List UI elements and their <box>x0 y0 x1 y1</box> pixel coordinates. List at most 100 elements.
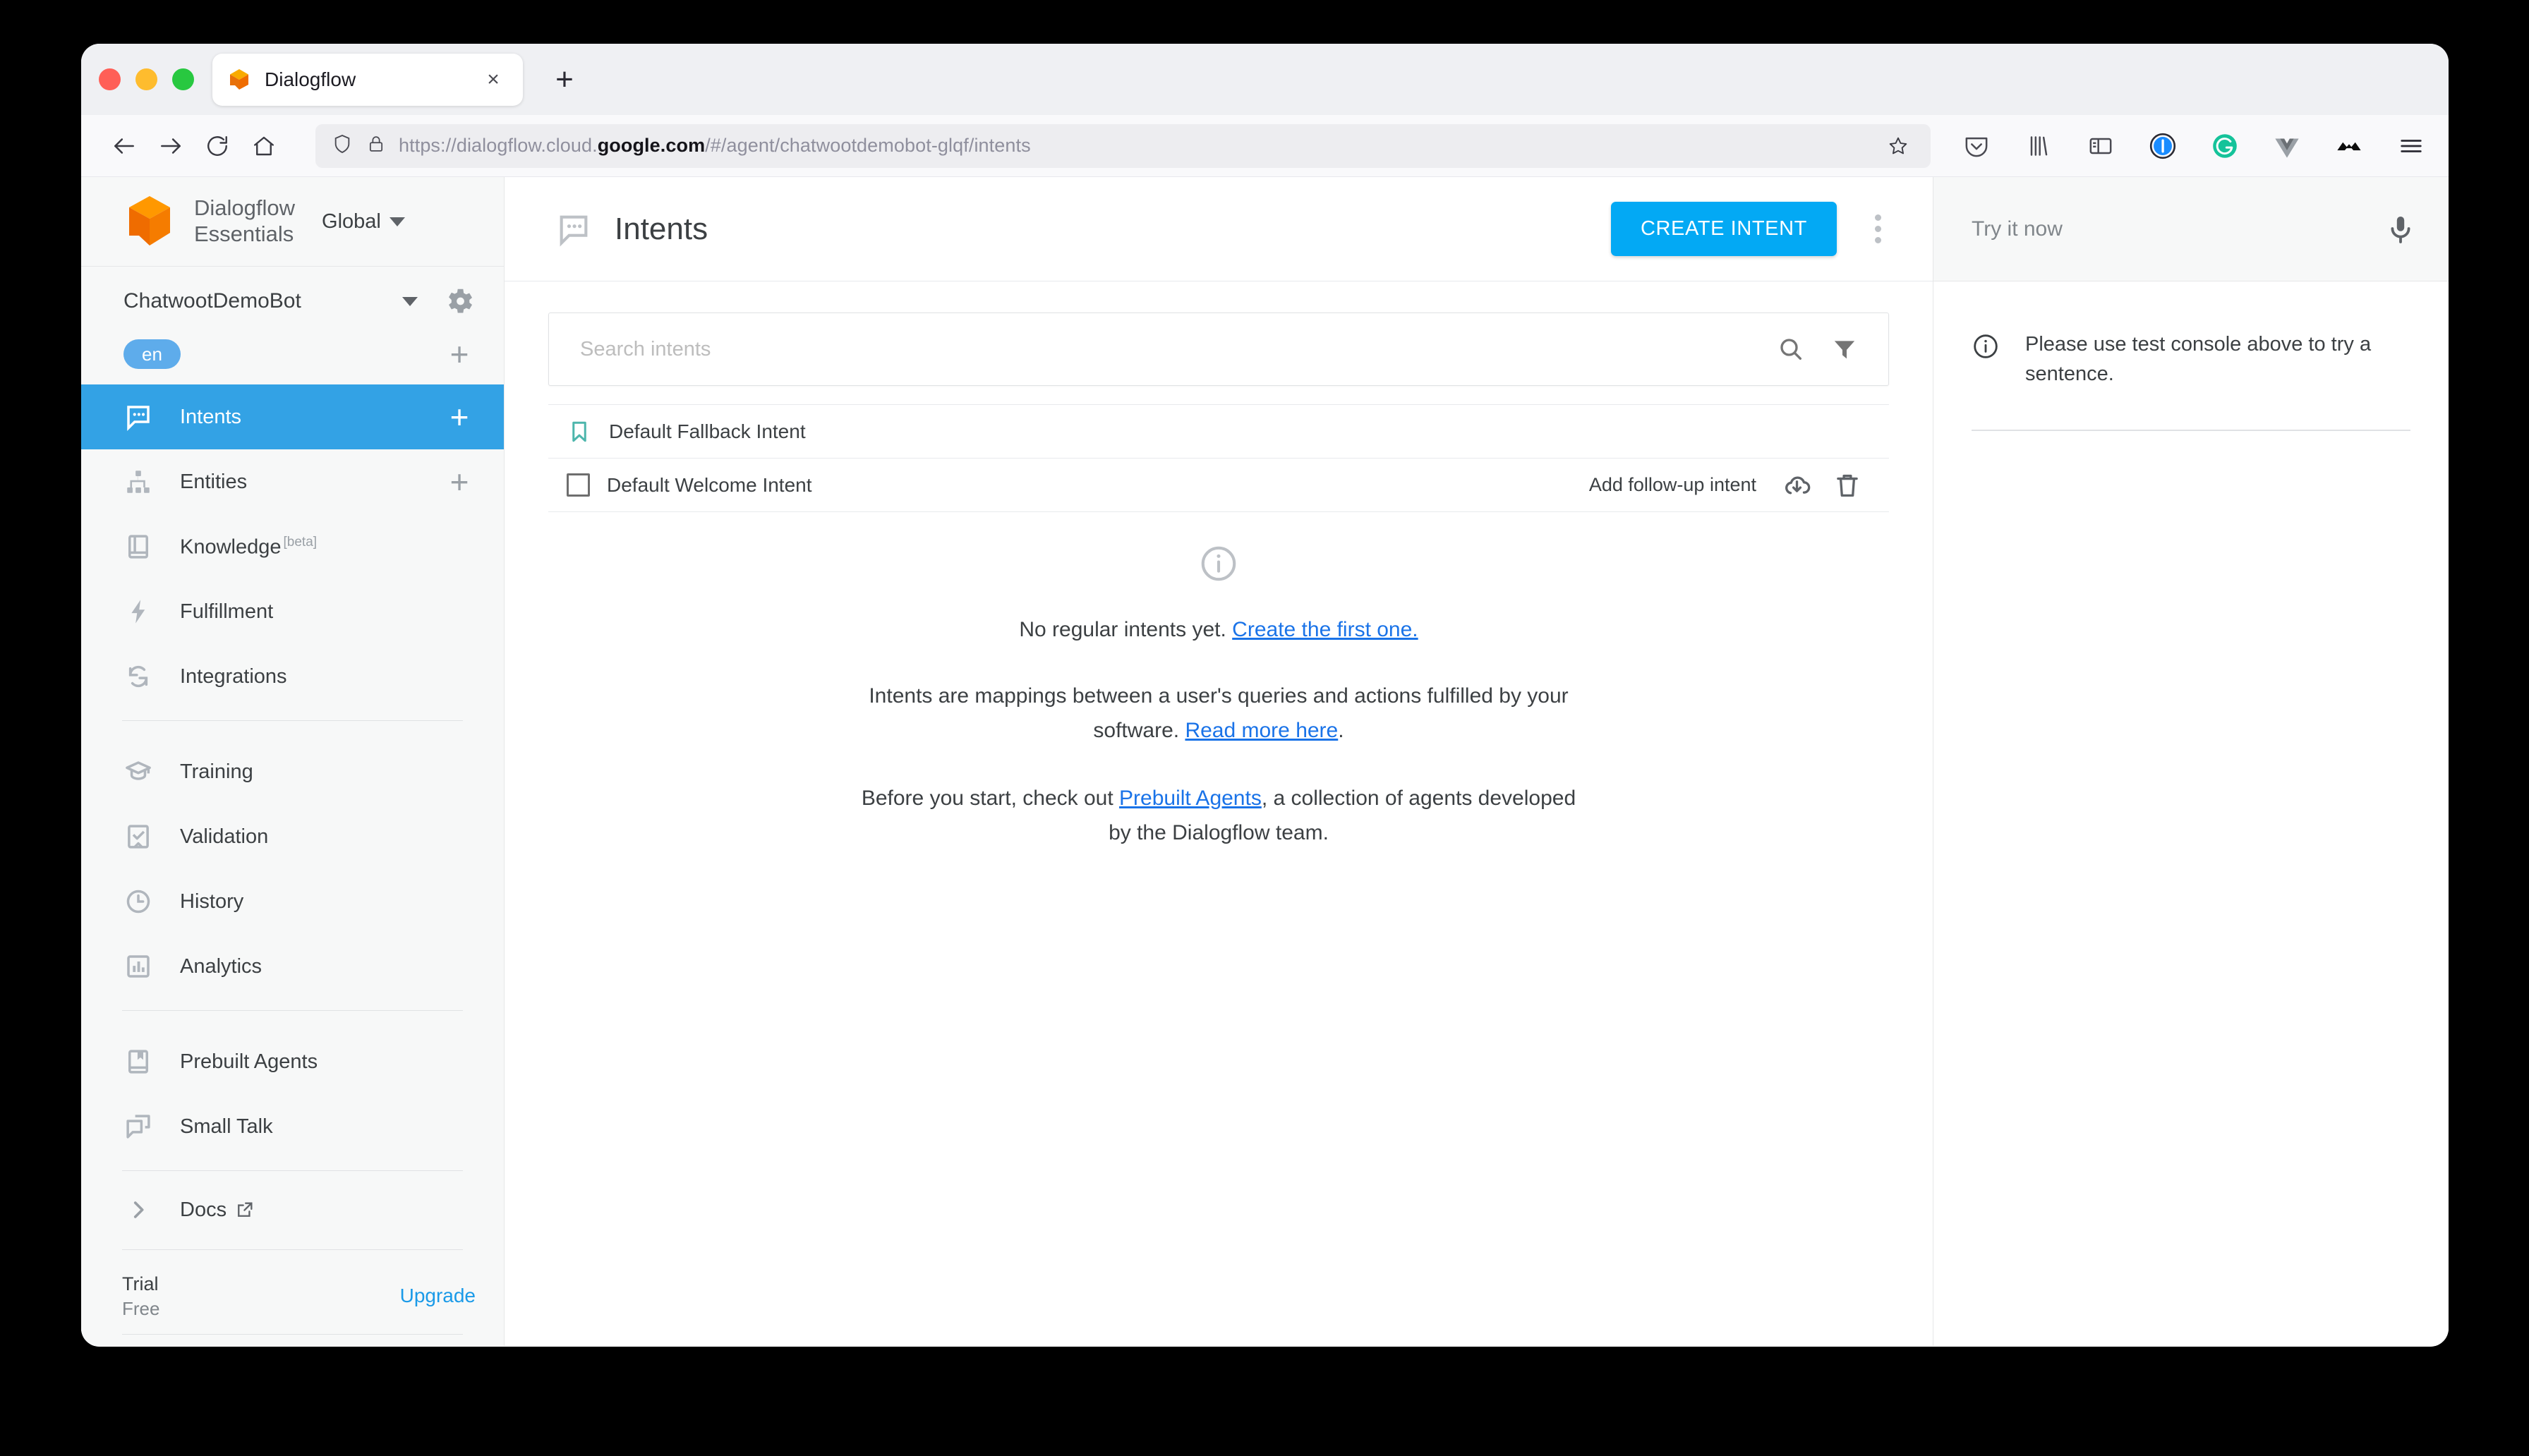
add-entity-icon[interactable]: + <box>443 466 476 498</box>
forward-arrow-icon[interactable] <box>147 123 194 169</box>
shield-icon[interactable] <box>331 133 354 159</box>
brand-header: Dialogflow Essentials Global <box>81 177 504 267</box>
maximize-window-button[interactable] <box>172 68 194 90</box>
vue-devtools-icon[interactable] <box>2269 128 2305 164</box>
sidebar-item-label: Validation <box>180 825 269 848</box>
create-intent-button[interactable]: CREATE INTENT <box>1610 202 1837 256</box>
sidebar-item-label: Knowledge [beta] <box>180 534 318 559</box>
add-intent-icon[interactable]: + <box>443 401 476 433</box>
graduation-cap-icon <box>122 756 155 788</box>
add-follow-up-intent-link[interactable]: Add follow-up intent <box>1589 474 1756 496</box>
sidebar-item-label: Training <box>180 760 253 783</box>
sidebar-item-small-talk[interactable]: Small Talk <box>81 1094 504 1159</box>
sidebar-item-fulfillment[interactable]: Fulfillment <box>81 579 504 644</box>
agent-selector[interactable]: ChatwootDemoBot <box>81 272 504 330</box>
close-tab-icon[interactable]: × <box>479 66 507 94</box>
tab-title: Dialogflow <box>265 68 356 90</box>
language-row: en + <box>81 330 504 377</box>
grammarly-icon[interactable] <box>2207 128 2243 164</box>
page-title: Intents <box>615 211 708 246</box>
table-row[interactable]: Default Welcome Intent Add follow-up int… <box>548 459 1889 512</box>
lock-icon <box>366 134 386 157</box>
sidebar-item-training[interactable]: Training <box>81 739 504 804</box>
nav-secondary: Training Validation History Analytics <box>81 739 504 999</box>
intent-list: Default Fallback Intent Default Welcome … <box>548 404 1889 512</box>
sidebar-item-prebuilt-agents[interactable]: Prebuilt Agents <box>81 1029 504 1094</box>
speech-bubbles-icon <box>122 1110 155 1143</box>
search-bar[interactable] <box>548 313 1889 386</box>
bookmark-star-icon[interactable] <box>1881 129 1915 163</box>
sidebar-item-intents[interactable]: Intents + <box>81 384 504 450</box>
hamburger-menu-icon[interactable] <box>2394 128 2429 164</box>
intent-name: Default Welcome Intent <box>607 473 812 496</box>
prebuilt-agents-link[interactable]: Prebuilt Agents <box>1119 787 1262 810</box>
sidebar-icon[interactable] <box>2083 128 2118 164</box>
sidebar: Dialogflow Essentials Global ChatwootDem… <box>81 177 505 1346</box>
minimize-window-button[interactable] <box>135 68 157 90</box>
try-it-now-bar[interactable] <box>1933 177 2449 281</box>
extension-toolbar <box>1959 128 2429 164</box>
sidebar-divider <box>122 1170 463 1171</box>
upgrade-link[interactable]: Upgrade <box>400 1285 476 1307</box>
sidebar-item-knowledge[interactable]: Knowledge [beta] <box>81 514 504 579</box>
kebab-menu-icon[interactable] <box>1858 210 1897 249</box>
search-input[interactable] <box>580 337 1773 361</box>
add-language-icon[interactable]: + <box>443 338 476 370</box>
url-suffix: /#/agent/chatwootdemobot-glqf/intents <box>705 135 1031 156</box>
pocket-icon[interactable] <box>1959 128 1994 164</box>
plan-row: Trial Free Upgrade <box>81 1261 504 1332</box>
chevron-down-icon[interactable] <box>402 296 418 306</box>
home-icon[interactable] <box>241 123 287 169</box>
url-text[interactable]: https://dialogflow.cloud.google.com/#/ag… <box>399 135 1881 157</box>
new-tab-button[interactable]: + <box>547 62 582 97</box>
sidebar-item-integrations[interactable]: Integrations <box>81 644 504 709</box>
brand-name: Dialogflow Essentials <box>194 195 296 247</box>
trash-icon[interactable] <box>1831 469 1864 502</box>
library-icon[interactable] <box>2021 128 2056 164</box>
reload-icon[interactable] <box>194 123 241 169</box>
checkbox-icon[interactable] <box>567 473 590 497</box>
region-label: Global <box>322 210 381 233</box>
bolt-icon <box>122 595 155 628</box>
close-window-button[interactable] <box>99 68 121 90</box>
clock-icon <box>122 885 155 918</box>
cloud-download-icon[interactable] <box>1780 469 1813 502</box>
sidebar-item-label: Intents <box>180 405 242 428</box>
try-it-now-input[interactable] <box>1972 217 2384 241</box>
sidebar-item-docs[interactable]: Docs <box>81 1182 504 1238</box>
book-icon <box>122 530 155 563</box>
gear-icon[interactable] <box>443 285 476 317</box>
read-more-link[interactable]: Read more here <box>1185 719 1338 742</box>
sidebar-divider <box>122 1334 463 1335</box>
sidebar-item-analytics[interactable]: Analytics <box>81 934 504 999</box>
nav-tertiary: Prebuilt Agents Small Talk <box>81 1029 504 1159</box>
table-row[interactable]: Default Fallback Intent <box>548 405 1889 459</box>
browser-tab[interactable]: Dialogflow × <box>212 53 523 106</box>
empty-para1-b: . <box>1338 718 1344 742</box>
language-chip[interactable]: en <box>123 339 181 370</box>
sidebar-item-entities[interactable]: Entities + <box>81 449 504 514</box>
filter-icon[interactable] <box>1826 331 1863 368</box>
sidebar-item-history[interactable]: History <box>81 869 504 934</box>
url-bar[interactable]: https://dialogflow.cloud.google.com/#/ag… <box>315 123 1931 168</box>
bookmark-icon <box>567 419 592 444</box>
intent-name: Default Fallback Intent <box>609 420 806 442</box>
region-selector[interactable]: Global <box>322 210 405 233</box>
create-first-intent-link[interactable]: Create the first one. <box>1232 618 1418 641</box>
microphone-icon[interactable] <box>2384 212 2418 246</box>
sidebar-divider <box>122 1010 463 1011</box>
empty-paragraph-2: Before you start, check out Prebuilt Age… <box>852 782 1586 850</box>
back-arrow-icon[interactable] <box>101 123 147 169</box>
metamask-icon[interactable] <box>2331 128 2367 164</box>
1password-icon[interactable] <box>2145 128 2180 164</box>
sidebar-divider <box>122 1249 463 1250</box>
empty-headline-text: No regular intents yet. <box>1019 618 1233 641</box>
beta-badge: [beta] <box>283 534 318 550</box>
plan-title: Trial <box>122 1273 159 1294</box>
sidebar-item-validation[interactable]: Validation <box>81 804 504 869</box>
search-icon[interactable] <box>1773 331 1809 368</box>
dialogflow-logo-icon <box>123 193 176 250</box>
test-console-hint: Please use test console above to try a s… <box>1933 281 2449 432</box>
info-circle-icon <box>1198 543 1239 584</box>
url-prefix: https://dialogflow.cloud. <box>399 135 598 156</box>
